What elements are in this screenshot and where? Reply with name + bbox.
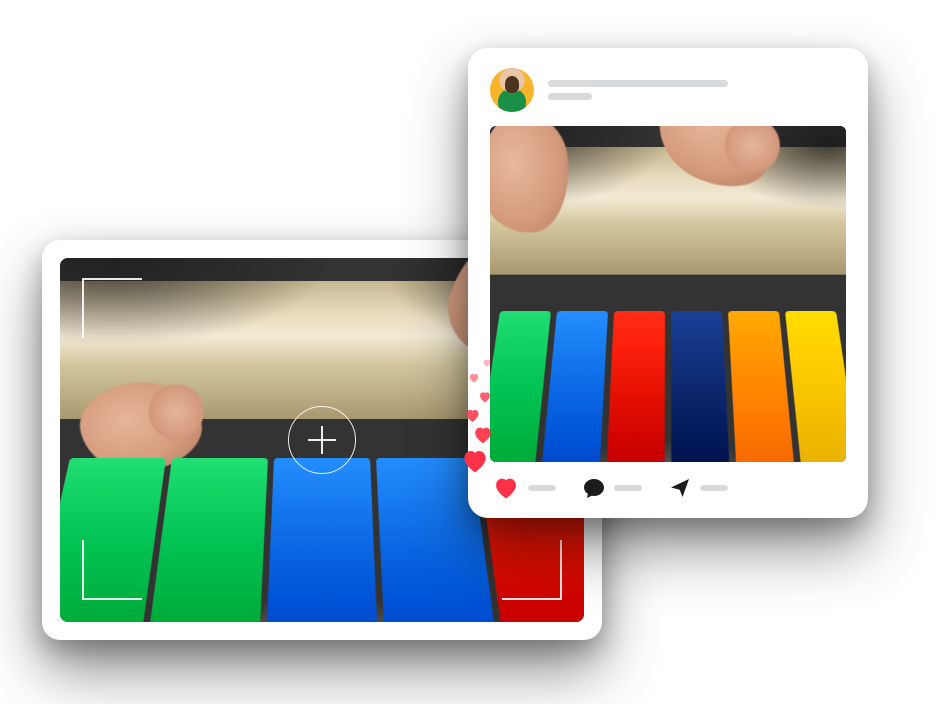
like-count-placeholder [528,485,556,491]
avatar[interactable] [490,68,534,112]
heart-icon [468,372,480,384]
comment-icon [582,476,606,500]
share-count-placeholder [700,485,728,491]
engagement-bar [490,474,846,502]
viewfinder-corner-bottom-left [82,540,142,600]
heart-icon [482,358,492,368]
username-placeholder [548,80,728,87]
send-icon [668,476,692,500]
heart-icon [478,390,492,404]
heart-icon [472,424,494,446]
social-post-card [468,48,868,518]
like-button[interactable] [492,474,556,502]
viewfinder-corner-bottom-right [502,540,562,600]
post-header [490,68,846,112]
heart-icon [464,407,481,424]
heart-icon [492,474,520,502]
viewfinder-corner-top-left [82,278,142,338]
share-button[interactable] [668,476,728,500]
heart-icon [460,446,490,476]
comment-count-placeholder [614,485,642,491]
comment-button[interactable] [582,476,642,500]
post-image[interactable] [490,126,846,462]
meta-placeholder [548,93,592,100]
capture-plus-icon[interactable] [288,406,356,474]
